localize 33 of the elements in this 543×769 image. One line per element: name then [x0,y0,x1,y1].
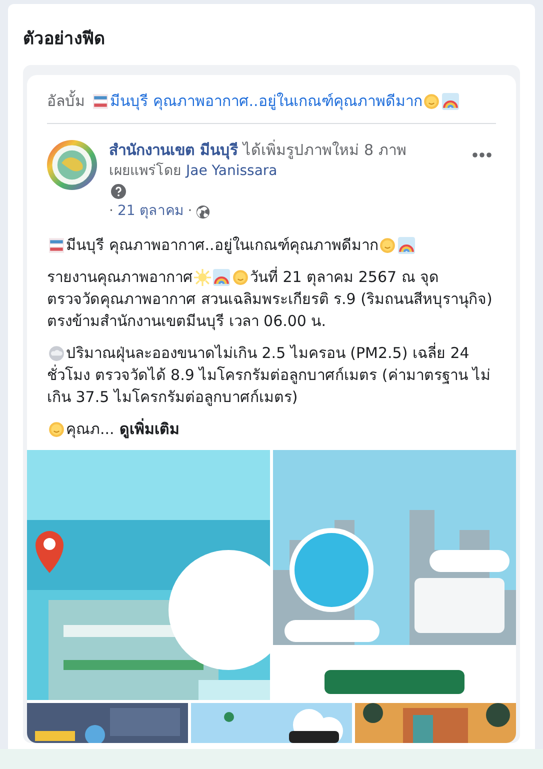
album-title-link[interactable]: มีนบุรี คุณภาพอากาศ..อยู่ในเกณฑ์คุณภาพดีมาก [110,89,422,113]
publisher-link[interactable]: Jae Yanissara [186,161,278,182]
rainbow-icon [213,268,230,286]
smiling-sun-icon [48,420,65,438]
help-icon [111,184,126,199]
sun-icon [194,268,211,286]
post-text: วันที่ 21 ตุลาคม 2567 ณ จุด [250,266,440,288]
more-icon [472,152,492,158]
post-text: ตรวจวัดคุณภาพอากาศ สวนเฉลิมพระเกียรติ ร.9 (ริมถนนสีหบุรานุกิจ) ตรงข้ามสำนักงานเขตมีนบุรี เวลา 06.00 น. [47,289,494,332]
separator-dot: · [188,202,192,221]
published-by-label: เผยแพร่โดย [109,162,181,181]
post-text: ชั่วโมง ตรวจวัดได้ 8.9 ไมโครกรัมต่อลูกบาศก์เมตร (ค่ามาตรฐาน ไม่เกิน 37.5 ไมโครกรัมต่อลูกบาศก์เมตร) [47,364,492,408]
see-more-link[interactable]: ดูเพิ่มเติม [119,418,180,440]
panel-title: ตัวอย่างฟีด [23,28,106,51]
page-avatar [47,140,97,190]
post-action-text: ได้เพิ่มรูปภาพใหม่ 8 ภาพ [243,140,406,161]
smiling-sun-icon [379,236,396,254]
rainbow-icon [442,92,460,110]
rainbow-icon [398,236,416,254]
post-text: มีนบุรี คุณภาพอากาศ..อยู่ในเกณฑ์คุณภาพดีมาก [66,235,378,256]
cloud-icon [48,344,65,362]
flag-icon [92,92,109,110]
page-name-link[interactable]: สำนักงานเขต มีนบุรี [109,140,238,161]
smiling-sun-icon [423,92,440,110]
post-text: รายงานคุณภาพอากาศ [47,267,193,288]
post-text: ปริมาณฝุ่นละอองขนาดไม่เกิน 2.5 ไมครอน (PM2.5) เฉลี่ย 24 [66,342,470,364]
separator-dot: · [109,202,114,221]
globe-icon [196,204,210,218]
album-label: อัลบั้ม [47,89,85,112]
smiling-sun-icon [232,268,249,286]
flag-icon [48,236,65,254]
post-date-link[interactable]: 21 ตุลาคม [117,201,184,222]
post-text: คุณภ... [66,419,114,440]
